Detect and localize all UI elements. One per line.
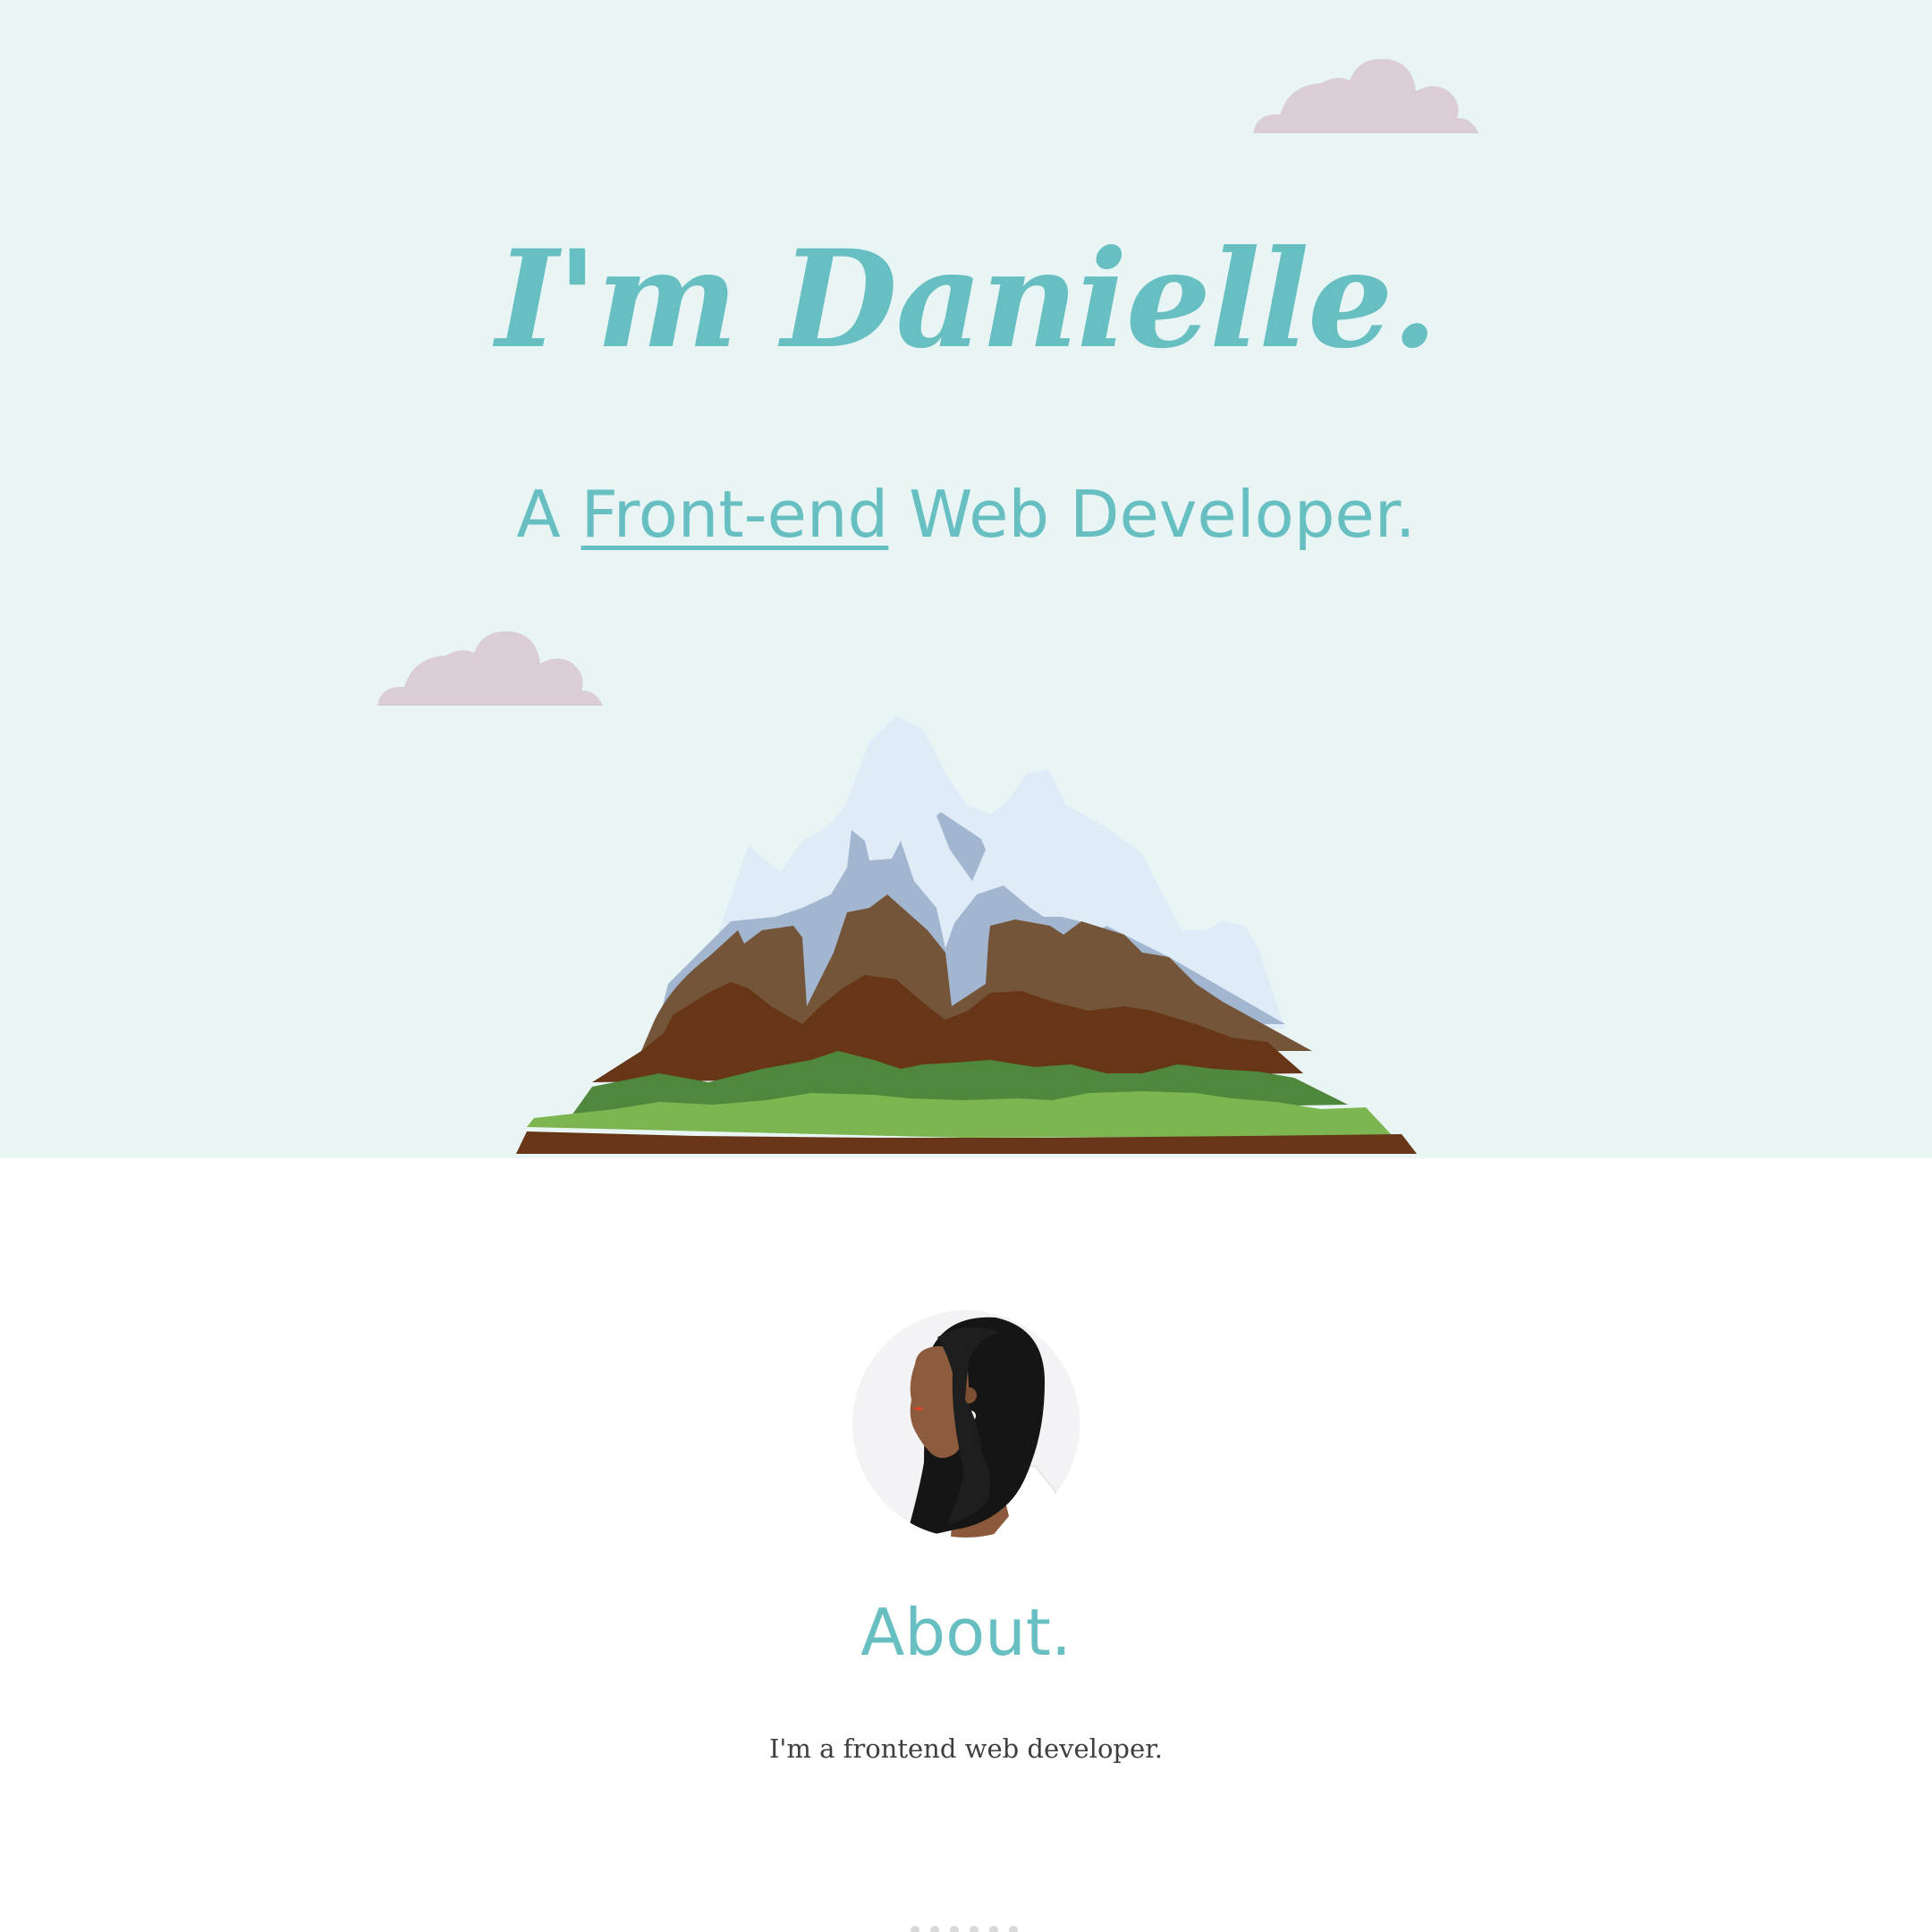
front-end-link[interactable]: Front-end — [581, 477, 889, 552]
hero-section: I'm Danielle. A Front-end Web Developer. — [0, 0, 1932, 1158]
portrait-image — [852, 1310, 1080, 1538]
about-text: I'm a frontend web developer. — [768, 1733, 1164, 1764]
cloud-icon — [377, 631, 603, 706]
mountain-illustration — [516, 716, 1417, 1154]
about-section: About. I'm a frontend web developer. — [0, 1158, 1932, 1932]
hero-subtitle: A Front-end Web Developer. — [0, 470, 1932, 559]
dots-icon — [911, 1926, 1018, 1932]
cloud-icon — [1253, 58, 1479, 133]
subtitle-prefix: A — [516, 477, 581, 552]
avatar — [852, 1310, 1080, 1538]
subtitle-suffix: Web Developer. — [888, 477, 1416, 552]
about-heading: About. — [860, 1595, 1072, 1670]
hero-title: I'm Danielle. — [496, 221, 1437, 378]
